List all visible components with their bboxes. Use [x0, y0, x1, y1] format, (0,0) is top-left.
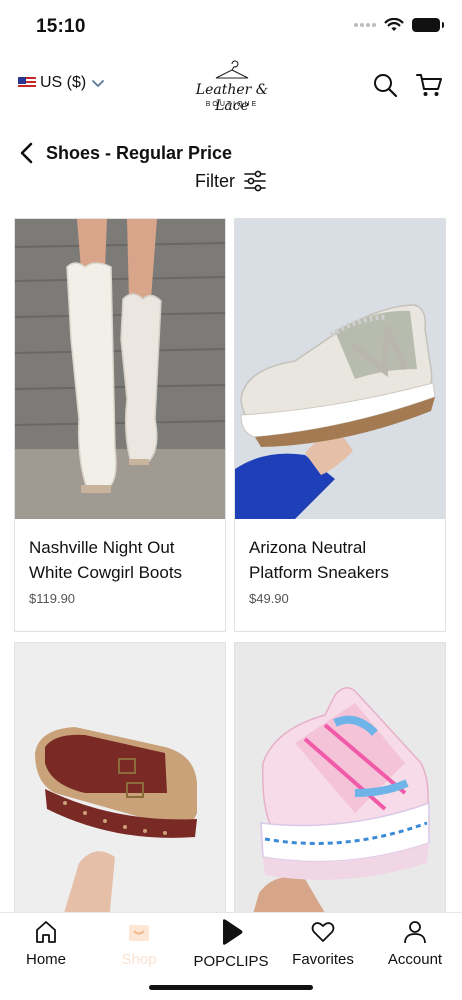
cart-icon — [416, 74, 442, 96]
status-icons — [354, 18, 444, 32]
tab-label: Shop — [121, 951, 157, 968]
brand-logo[interactable]: Leather & Lace BOUTIQUE — [182, 60, 282, 116]
product-price: $49.90 — [249, 591, 289, 606]
logo-subtext: BOUTIQUE — [205, 101, 259, 108]
hanger-icon — [215, 60, 249, 79]
tab-home[interactable]: Home — [0, 913, 92, 975]
shop-icon — [129, 925, 149, 941]
product-image[interactable] — [15, 219, 225, 519]
page-title: Shoes - Regular Price — [46, 142, 233, 163]
user-icon — [404, 921, 426, 944]
status-time: 15:10 — [36, 16, 86, 37]
tab-label: Account — [387, 951, 443, 968]
tab-account[interactable]: Account — [369, 913, 461, 975]
product-image[interactable] — [235, 643, 445, 943]
logo-text: Leather & Lace — [195, 82, 269, 114]
signal-icon — [354, 23, 376, 27]
product-image[interactable] — [15, 643, 225, 943]
product-name[interactable]: Nashville Night Out White Cowgirl Boots — [29, 535, 211, 585]
battery-icon — [412, 18, 444, 32]
tab-label: POPCLIPS — [193, 953, 269, 970]
tab-favorites[interactable]: Favorites — [277, 913, 369, 975]
home-icon — [36, 921, 56, 943]
title-row: Shoes - Regular Price — [16, 140, 232, 166]
product-card[interactable] — [14, 642, 226, 944]
currency-selector[interactable]: US ($) — [18, 74, 106, 92]
product-price: $119.90 — [29, 591, 76, 606]
heart-icon — [311, 922, 335, 942]
product-info: Nashville Night Out White Cowgirl Boots … — [15, 519, 225, 631]
wifi-icon — [384, 18, 404, 31]
product-name[interactable]: Arizona Neutral Platform Sneakers — [249, 535, 431, 585]
tab-label: Favorites — [292, 951, 354, 968]
search-button[interactable] — [370, 70, 400, 100]
chevron-down-icon — [92, 80, 105, 87]
search-icon — [374, 74, 398, 98]
tab-popclips[interactable]: POPCLIPS — [185, 913, 277, 975]
product-grid: Nashville Night Out White Cowgirl Boots … — [14, 218, 448, 944]
header-actions — [370, 70, 444, 100]
product-image[interactable] — [235, 219, 445, 519]
tab-label: Home — [25, 951, 66, 968]
back-arrow-icon[interactable] — [16, 140, 38, 166]
product-card[interactable]: Nashville Night Out White Cowgirl Boots … — [14, 218, 226, 632]
filter-label: Filter — [195, 170, 235, 191]
filter-button[interactable]: Filter — [0, 169, 462, 193]
product-card[interactable]: Arizona Neutral Platform Sneakers $49.90 — [234, 218, 446, 632]
us-flag-icon — [18, 77, 36, 89]
home-indicator — [149, 985, 313, 990]
app-header: US ($) Leather & Lace BOUTIQUE — [0, 56, 462, 116]
product-info: Arizona Neutral Platform Sneakers $49.90 — [235, 519, 445, 631]
currency-label: US ($) — [40, 74, 87, 91]
product-card[interactable] — [234, 642, 446, 944]
status-bar: 15:10 — [0, 0, 462, 54]
sliders-icon — [244, 170, 266, 192]
cart-button[interactable] — [414, 70, 444, 100]
tab-shop[interactable]: Shop — [93, 913, 185, 975]
play-icon — [223, 919, 243, 945]
